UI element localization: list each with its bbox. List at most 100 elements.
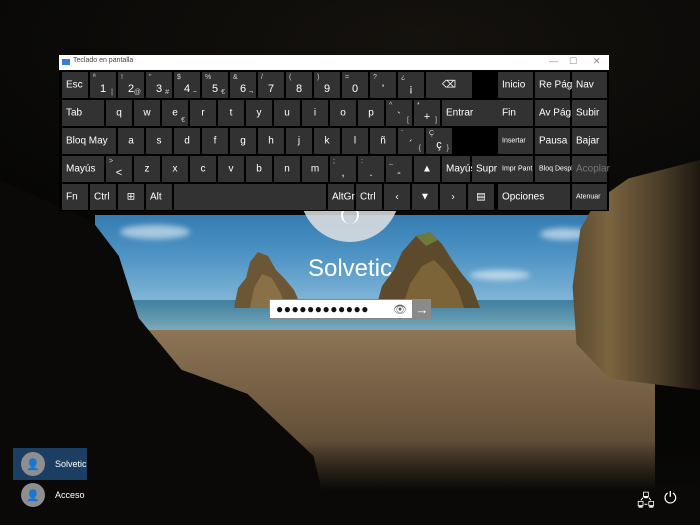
arrow-right-key[interactable]: › bbox=[440, 184, 466, 210]
key-6[interactable]: & 6 ¬ bbox=[230, 72, 256, 98]
key-e[interactable]: e € bbox=[162, 100, 188, 126]
key-4[interactable]: $4 ~ bbox=[174, 72, 200, 98]
key-nav[interactable]: Nav bbox=[572, 72, 607, 98]
key-g[interactable]: g bbox=[230, 128, 256, 154]
key-`[interactable]: ^ ` [ bbox=[386, 100, 412, 126]
key-3[interactable]: " 3 # bbox=[146, 72, 172, 98]
key-m[interactable]: m bbox=[302, 156, 328, 182]
key-ç[interactable]: Çç} bbox=[426, 128, 452, 154]
key-'[interactable]: ? ' bbox=[370, 72, 396, 98]
network-icon[interactable]: 🖧 bbox=[637, 490, 655, 517]
key-inicio[interactable]: Inicio bbox=[498, 72, 533, 98]
key-label: z bbox=[144, 163, 150, 175]
key-h[interactable]: h bbox=[258, 128, 284, 154]
key-atenuar[interactable]: Atenuar bbox=[572, 184, 607, 210]
key-label: Mayús bbox=[66, 163, 96, 175]
key-c[interactable]: c bbox=[190, 156, 216, 182]
key-8[interactable]: (8 bbox=[286, 72, 312, 98]
key-space[interactable] bbox=[174, 184, 326, 210]
key-w[interactable]: w bbox=[134, 100, 160, 126]
user-tile-label: Solvetic bbox=[55, 459, 87, 469]
key-opciones[interactable]: Opciones bbox=[498, 184, 570, 210]
key-label: b bbox=[256, 163, 262, 175]
key-bloq-despl[interactable]: Bloq Despl bbox=[535, 156, 573, 182]
key-p[interactable]: p bbox=[358, 100, 384, 126]
key-impr-pant[interactable]: Impr Pant bbox=[498, 156, 533, 182]
key-label: ñ bbox=[380, 135, 386, 147]
key-,[interactable]: ;, bbox=[330, 156, 356, 182]
key-7[interactable]: /7 bbox=[258, 72, 284, 98]
key-n[interactable]: n bbox=[274, 156, 300, 182]
key-ctrl[interactable]: Ctrl bbox=[356, 184, 382, 210]
password-input[interactable]: ●●●●●●●●●●●● 👁 bbox=[269, 299, 413, 319]
key-s[interactable]: s bbox=[146, 128, 172, 154]
key-1[interactable]: ª 1 | bbox=[90, 72, 116, 98]
user-tile-acceso[interactable]: 👤 Acceso bbox=[13, 479, 87, 511]
key-ñ[interactable]: ñ bbox=[370, 128, 396, 154]
key-v[interactable]: v bbox=[218, 156, 244, 182]
key-¡[interactable]: ¿ ¡ bbox=[398, 72, 424, 98]
key-fin[interactable]: Fin bbox=[498, 100, 533, 126]
user-tile-solvetic[interactable]: 👤 Solvetic bbox=[13, 448, 87, 480]
key-altgr[interactable]: AltGr bbox=[328, 184, 355, 210]
key-x[interactable]: x bbox=[162, 156, 188, 182]
key-label: Ctrl bbox=[360, 191, 376, 203]
key-altgr-glyph: € bbox=[181, 117, 185, 124]
key-ctrl[interactable]: Ctrl bbox=[90, 184, 116, 210]
key-entrar[interactable]: Entrar bbox=[442, 100, 500, 126]
key-subir[interactable]: Subir bbox=[572, 100, 607, 126]
key-f[interactable]: f bbox=[202, 128, 228, 154]
key-z[interactable]: z bbox=[134, 156, 160, 182]
key-alt[interactable]: Alt bbox=[146, 184, 172, 210]
key-tab[interactable]: Tab bbox=[62, 100, 104, 126]
key-i[interactable]: i bbox=[302, 100, 328, 126]
close-icon[interactable]: ✕ bbox=[593, 56, 601, 67]
key-<[interactable]: > < bbox=[106, 156, 132, 182]
key-l[interactable]: l bbox=[342, 128, 368, 154]
key-o[interactable]: o bbox=[330, 100, 356, 126]
key-r[interactable]: r bbox=[190, 100, 216, 126]
key-label: y bbox=[256, 107, 262, 119]
key-´[interactable]: ¨ ´ { bbox=[398, 128, 424, 154]
key-re-pág[interactable]: Re Pág bbox=[535, 72, 572, 98]
key-d[interactable]: d bbox=[174, 128, 200, 154]
eye-icon[interactable]: 👁 bbox=[393, 303, 407, 316]
key-u[interactable]: u bbox=[274, 100, 300, 126]
key-fn[interactable]: Fn bbox=[62, 184, 88, 210]
key-2[interactable]: ! 2 @ bbox=[118, 72, 144, 98]
key-a[interactable]: a bbox=[118, 128, 144, 154]
key-glyph: 0 bbox=[351, 83, 359, 95]
key-y[interactable]: y bbox=[246, 100, 272, 126]
key-q[interactable]: q bbox=[106, 100, 132, 126]
key-bajar[interactable]: Bajar bbox=[572, 128, 607, 154]
submit-arrow-icon[interactable]: → bbox=[413, 299, 431, 319]
key--[interactable]: _ - bbox=[386, 156, 412, 182]
arrow-up-key[interactable]: ▲ bbox=[414, 156, 440, 182]
key-supr[interactable]: Supr bbox=[472, 156, 500, 182]
key-t[interactable]: t bbox=[218, 100, 244, 126]
key-.[interactable]: :. bbox=[358, 156, 384, 182]
key-mayús[interactable]: Mayús bbox=[62, 156, 104, 182]
key-j[interactable]: j bbox=[286, 128, 312, 154]
maximize-icon[interactable]: ☐ bbox=[569, 56, 577, 67]
key-k[interactable]: k bbox=[314, 128, 340, 154]
key-insertar[interactable]: Insertar bbox=[498, 128, 533, 154]
key-b[interactable]: b bbox=[246, 156, 272, 182]
backspace-key[interactable]: ⌫ bbox=[426, 72, 472, 98]
key-esc[interactable]: Esc bbox=[62, 72, 88, 98]
windows-key[interactable]: ⊞ bbox=[118, 184, 144, 210]
arrow-down-key[interactable]: ▼ bbox=[412, 184, 438, 210]
arrow-left-key[interactable]: ‹ bbox=[384, 184, 410, 210]
key-9[interactable]: ) 9 bbox=[314, 72, 340, 98]
key-5[interactable]: % 5 € bbox=[202, 72, 228, 98]
key-0[interactable]: = 0 bbox=[342, 72, 368, 98]
key-label: c bbox=[200, 163, 206, 175]
power-icon[interactable]: ⏻ bbox=[664, 490, 677, 508]
minimize-icon[interactable]: — bbox=[549, 56, 558, 66]
key-av-pág[interactable]: Av Pág bbox=[535, 100, 571, 126]
key-pausa[interactable]: Pausa bbox=[535, 128, 570, 154]
key-mayús[interactable]: Mayús bbox=[442, 156, 475, 182]
key-bloq-may[interactable]: Bloq May bbox=[62, 128, 116, 154]
key-+[interactable]: * +] bbox=[414, 100, 440, 126]
menu-key[interactable]: ▤ bbox=[468, 184, 494, 210]
